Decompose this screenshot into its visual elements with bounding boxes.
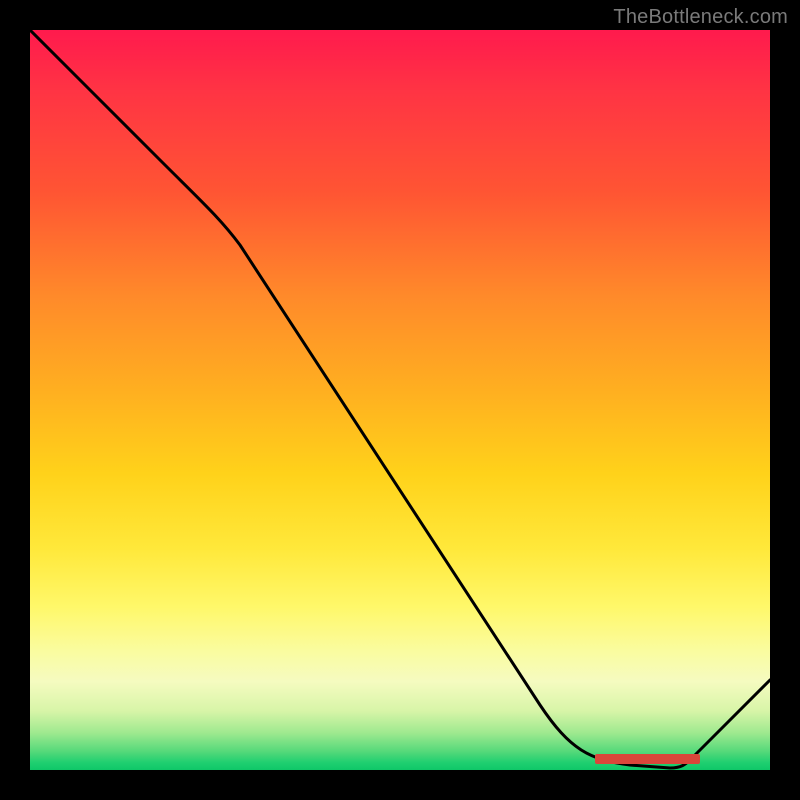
chart-frame: TheBottleneck.com bbox=[0, 0, 800, 800]
curve-path bbox=[30, 30, 770, 768]
bottleneck-curve bbox=[30, 30, 770, 770]
watermark-text: TheBottleneck.com bbox=[613, 6, 788, 29]
plot-area bbox=[30, 30, 770, 770]
optimal-range-marker bbox=[595, 754, 700, 764]
